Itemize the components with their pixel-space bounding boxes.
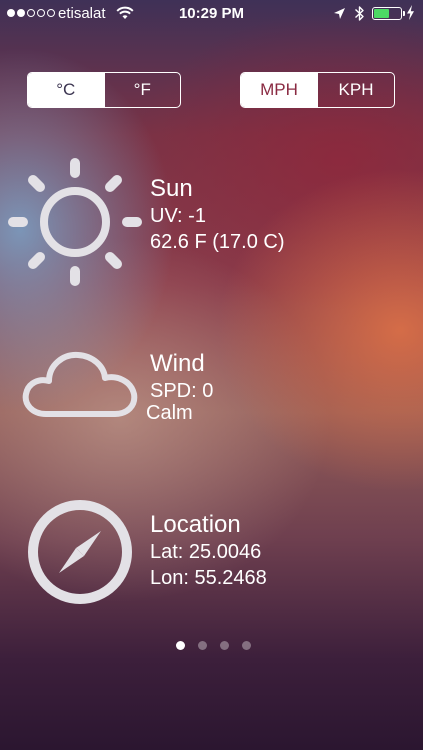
charging-bolt-icon — [407, 5, 414, 20]
temperature-reading: 62.6 F (17.0 C) — [150, 231, 285, 253]
page-dot[interactable] — [198, 641, 207, 650]
kph-button[interactable]: KPH — [317, 73, 394, 107]
longitude: Lon: 55.2468 — [150, 567, 267, 589]
wind-info: Wind SPD: 0 — [150, 350, 213, 404]
sun-icon — [8, 158, 142, 286]
cloud-icon — [22, 351, 138, 417]
wind-title: Wind — [150, 350, 205, 377]
speed-unit-toggle: MPH KPH — [240, 72, 395, 108]
battery-level — [374, 9, 389, 18]
compass-icon — [28, 500, 132, 604]
temperature-unit-toggle: °C °F — [27, 72, 181, 108]
fahrenheit-button[interactable]: °F — [103, 73, 181, 107]
location-title: Location — [150, 511, 241, 538]
bluetooth-icon — [355, 6, 364, 21]
sun-info: Sun UV: -1 62.6 F (17.0 C) — [150, 175, 285, 255]
wind-description: Calm — [146, 402, 193, 424]
location-arrow-icon — [334, 8, 345, 19]
battery-icon — [372, 7, 405, 20]
page-dot[interactable] — [242, 641, 251, 650]
page-indicator — [176, 641, 251, 650]
celsius-button[interactable]: °C — [28, 73, 104, 107]
uv-index: UV: -1 — [150, 205, 206, 227]
mph-button[interactable]: MPH — [241, 73, 317, 107]
status-bar: etisalat 10:29 PM — [0, 0, 423, 28]
page-dot[interactable] — [220, 641, 229, 650]
latitude: Lat: 25.0046 — [150, 541, 262, 563]
location-info: Location Lat: 25.0046 Lon: 55.2468 — [150, 511, 267, 591]
sun-title: Sun — [150, 175, 193, 202]
page-dot[interactable] — [176, 641, 185, 650]
